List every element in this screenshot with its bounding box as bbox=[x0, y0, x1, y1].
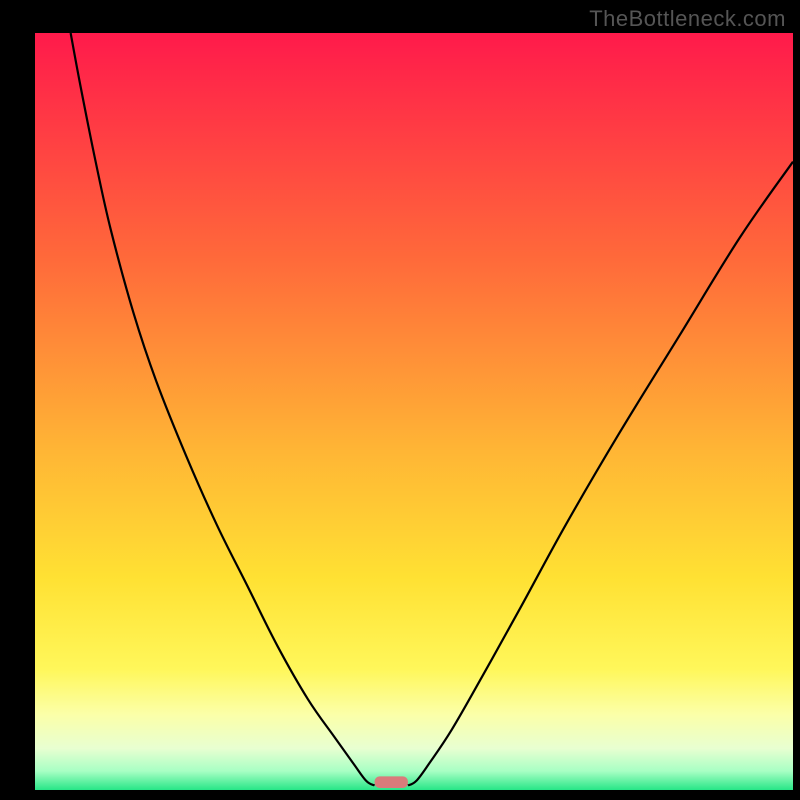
min-region-marker bbox=[375, 776, 408, 788]
bottleneck-chart bbox=[0, 0, 800, 800]
chart-frame: TheBottleneck.com bbox=[0, 0, 800, 800]
plot-background bbox=[35, 33, 793, 790]
